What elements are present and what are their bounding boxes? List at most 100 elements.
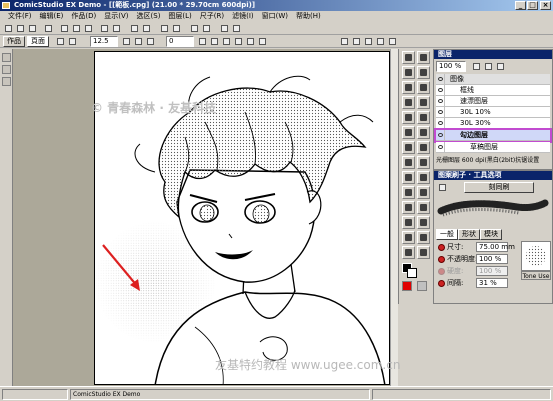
fit-icon[interactable] bbox=[198, 37, 207, 46]
rect-select-icon[interactable] bbox=[402, 66, 415, 79]
text-icon[interactable] bbox=[190, 24, 199, 33]
layer-mask-icon[interactable] bbox=[496, 62, 505, 71]
save-icon[interactable] bbox=[28, 24, 37, 33]
tab-page[interactable]: 頁面 bbox=[27, 36, 49, 47]
frame-tool-icon[interactable] bbox=[402, 96, 415, 109]
curve-tool-icon[interactable] bbox=[417, 201, 430, 214]
flip-icon[interactable] bbox=[146, 37, 155, 46]
print-icon[interactable] bbox=[44, 24, 53, 33]
visibility-eye-icon[interactable] bbox=[436, 118, 445, 128]
canvas-vertical-scrollbar[interactable] bbox=[390, 49, 398, 386]
layer-opacity-field[interactable]: 100 % bbox=[436, 61, 466, 72]
pencil-tool-icon[interactable] bbox=[417, 126, 430, 139]
airbrush-tool-icon[interactable] bbox=[417, 156, 430, 169]
close-button[interactable]: × bbox=[540, 1, 551, 10]
lasso-tool-icon[interactable] bbox=[417, 66, 430, 79]
preview-icon[interactable] bbox=[246, 37, 255, 46]
tone-use-button[interactable]: Tone Use bbox=[521, 271, 551, 280]
redo-icon[interactable] bbox=[112, 24, 121, 33]
background-color-swatch[interactable] bbox=[407, 268, 417, 278]
eraser-setting-icon[interactable] bbox=[364, 37, 373, 46]
select-icon[interactable] bbox=[130, 24, 139, 33]
gradient-tool-icon[interactable] bbox=[417, 171, 430, 184]
layer-new-icon[interactable] bbox=[160, 24, 169, 33]
tab-module[interactable]: 模块 bbox=[480, 229, 502, 240]
guide-icon[interactable] bbox=[222, 37, 231, 46]
canvas-area[interactable]: © 青春森林 · 友基科技 bbox=[13, 49, 398, 386]
layer-row[interactable]: 框线 bbox=[436, 85, 550, 96]
layer-group-row[interactable]: 图像 bbox=[436, 74, 550, 85]
grid-icon[interactable] bbox=[210, 37, 219, 46]
tab-general[interactable]: 一般 bbox=[436, 229, 458, 240]
visibility-eye-icon[interactable] bbox=[436, 142, 445, 152]
menu-selection[interactable]: 选区(S) bbox=[133, 11, 165, 22]
eraser-tool-icon[interactable] bbox=[417, 141, 430, 154]
tone-setting-icon[interactable] bbox=[376, 37, 385, 46]
hatch-tool-icon[interactable] bbox=[402, 216, 415, 229]
search-tool-icon[interactable] bbox=[417, 246, 430, 259]
visibility-eye-icon[interactable] bbox=[436, 130, 445, 140]
pointer-tool-icon[interactable] bbox=[402, 51, 415, 64]
fill-tool-icon[interactable] bbox=[402, 171, 415, 184]
rotate-left-icon[interactable] bbox=[122, 37, 131, 46]
zoom-tool-icon[interactable] bbox=[2, 77, 11, 86]
layer-row[interactable]: 30L 30% bbox=[436, 118, 550, 129]
snap-icon[interactable] bbox=[234, 37, 243, 46]
layer-link-icon[interactable] bbox=[484, 62, 493, 71]
mask-icon[interactable] bbox=[258, 37, 267, 46]
visibility-eye-icon[interactable] bbox=[436, 74, 445, 84]
cut-icon[interactable] bbox=[60, 24, 69, 33]
brush-menu-icon[interactable] bbox=[438, 183, 447, 192]
zoom-field[interactable]: 12.5 bbox=[90, 36, 118, 47]
brush-setting-icon[interactable] bbox=[352, 37, 361, 46]
tab-shape[interactable]: 形状 bbox=[458, 229, 480, 240]
undo-icon[interactable] bbox=[100, 24, 109, 33]
balloon-tool-icon[interactable] bbox=[417, 186, 430, 199]
angle-field[interactable]: 0 bbox=[166, 36, 194, 47]
size-field[interactable]: 75.00 mm bbox=[476, 242, 515, 252]
opacity-field[interactable]: 100 % bbox=[476, 254, 508, 264]
brush-name-button[interactable]: 刻同刷 bbox=[464, 182, 534, 193]
eyedropper-tool-icon[interactable] bbox=[402, 246, 415, 259]
visibility-eye-icon[interactable] bbox=[436, 96, 445, 106]
menu-layer[interactable]: 图层(L) bbox=[164, 11, 195, 22]
prev-page-icon[interactable] bbox=[56, 37, 65, 46]
marker-tool-icon[interactable] bbox=[402, 141, 415, 154]
layer-row-active[interactable]: 勾边图层 bbox=[434, 128, 552, 143]
pressure-toggle-icon[interactable] bbox=[438, 256, 445, 263]
layer-row[interactable]: 30L 10% bbox=[436, 107, 550, 118]
brush-tool-icon[interactable] bbox=[402, 156, 415, 169]
balloon-icon[interactable] bbox=[202, 24, 211, 33]
zoom-tool-icon-2[interactable] bbox=[417, 231, 430, 244]
layer-move-icon[interactable] bbox=[417, 81, 430, 94]
lasso-icon[interactable] bbox=[142, 24, 151, 33]
ruler-icon[interactable] bbox=[232, 24, 241, 33]
minimize-button[interactable]: _ bbox=[515, 1, 526, 10]
menu-help[interactable]: 帮助(H) bbox=[292, 11, 325, 22]
tab-work[interactable]: 作品 bbox=[3, 36, 25, 47]
grid-tool-icon[interactable] bbox=[402, 111, 415, 124]
layer-row[interactable]: 速漂图层 bbox=[436, 96, 550, 107]
menu-edit[interactable]: 编辑(E) bbox=[36, 11, 68, 22]
paste-icon[interactable] bbox=[84, 24, 93, 33]
menu-view[interactable]: 显示(V) bbox=[100, 11, 132, 22]
perspective-tool-icon[interactable] bbox=[417, 111, 430, 124]
rotate-right-icon[interactable] bbox=[134, 37, 143, 46]
menu-filter[interactable]: 滤镜(I) bbox=[228, 11, 258, 22]
ruler-tool-icon[interactable] bbox=[417, 96, 430, 109]
color-setting-icon[interactable] bbox=[388, 37, 397, 46]
transparent-color-swatch[interactable] bbox=[417, 281, 427, 291]
pen-setting-icon[interactable] bbox=[340, 37, 349, 46]
hand-tool-icon[interactable] bbox=[2, 65, 11, 74]
menu-work[interactable]: 作品(D) bbox=[67, 11, 100, 22]
new-icon[interactable] bbox=[4, 24, 13, 33]
menu-file[interactable]: 文件(F) bbox=[4, 11, 36, 22]
drawing-color-swatch[interactable] bbox=[402, 281, 412, 291]
visibility-eye-icon[interactable] bbox=[436, 107, 445, 117]
pressure-toggle-icon[interactable] bbox=[438, 280, 445, 287]
visibility-eye-icon[interactable] bbox=[436, 85, 445, 95]
pen-tool-icon[interactable] bbox=[402, 126, 415, 139]
layer-lock-icon[interactable] bbox=[472, 62, 481, 71]
line-tool-icon[interactable] bbox=[402, 201, 415, 214]
wand-tool-icon[interactable] bbox=[402, 81, 415, 94]
